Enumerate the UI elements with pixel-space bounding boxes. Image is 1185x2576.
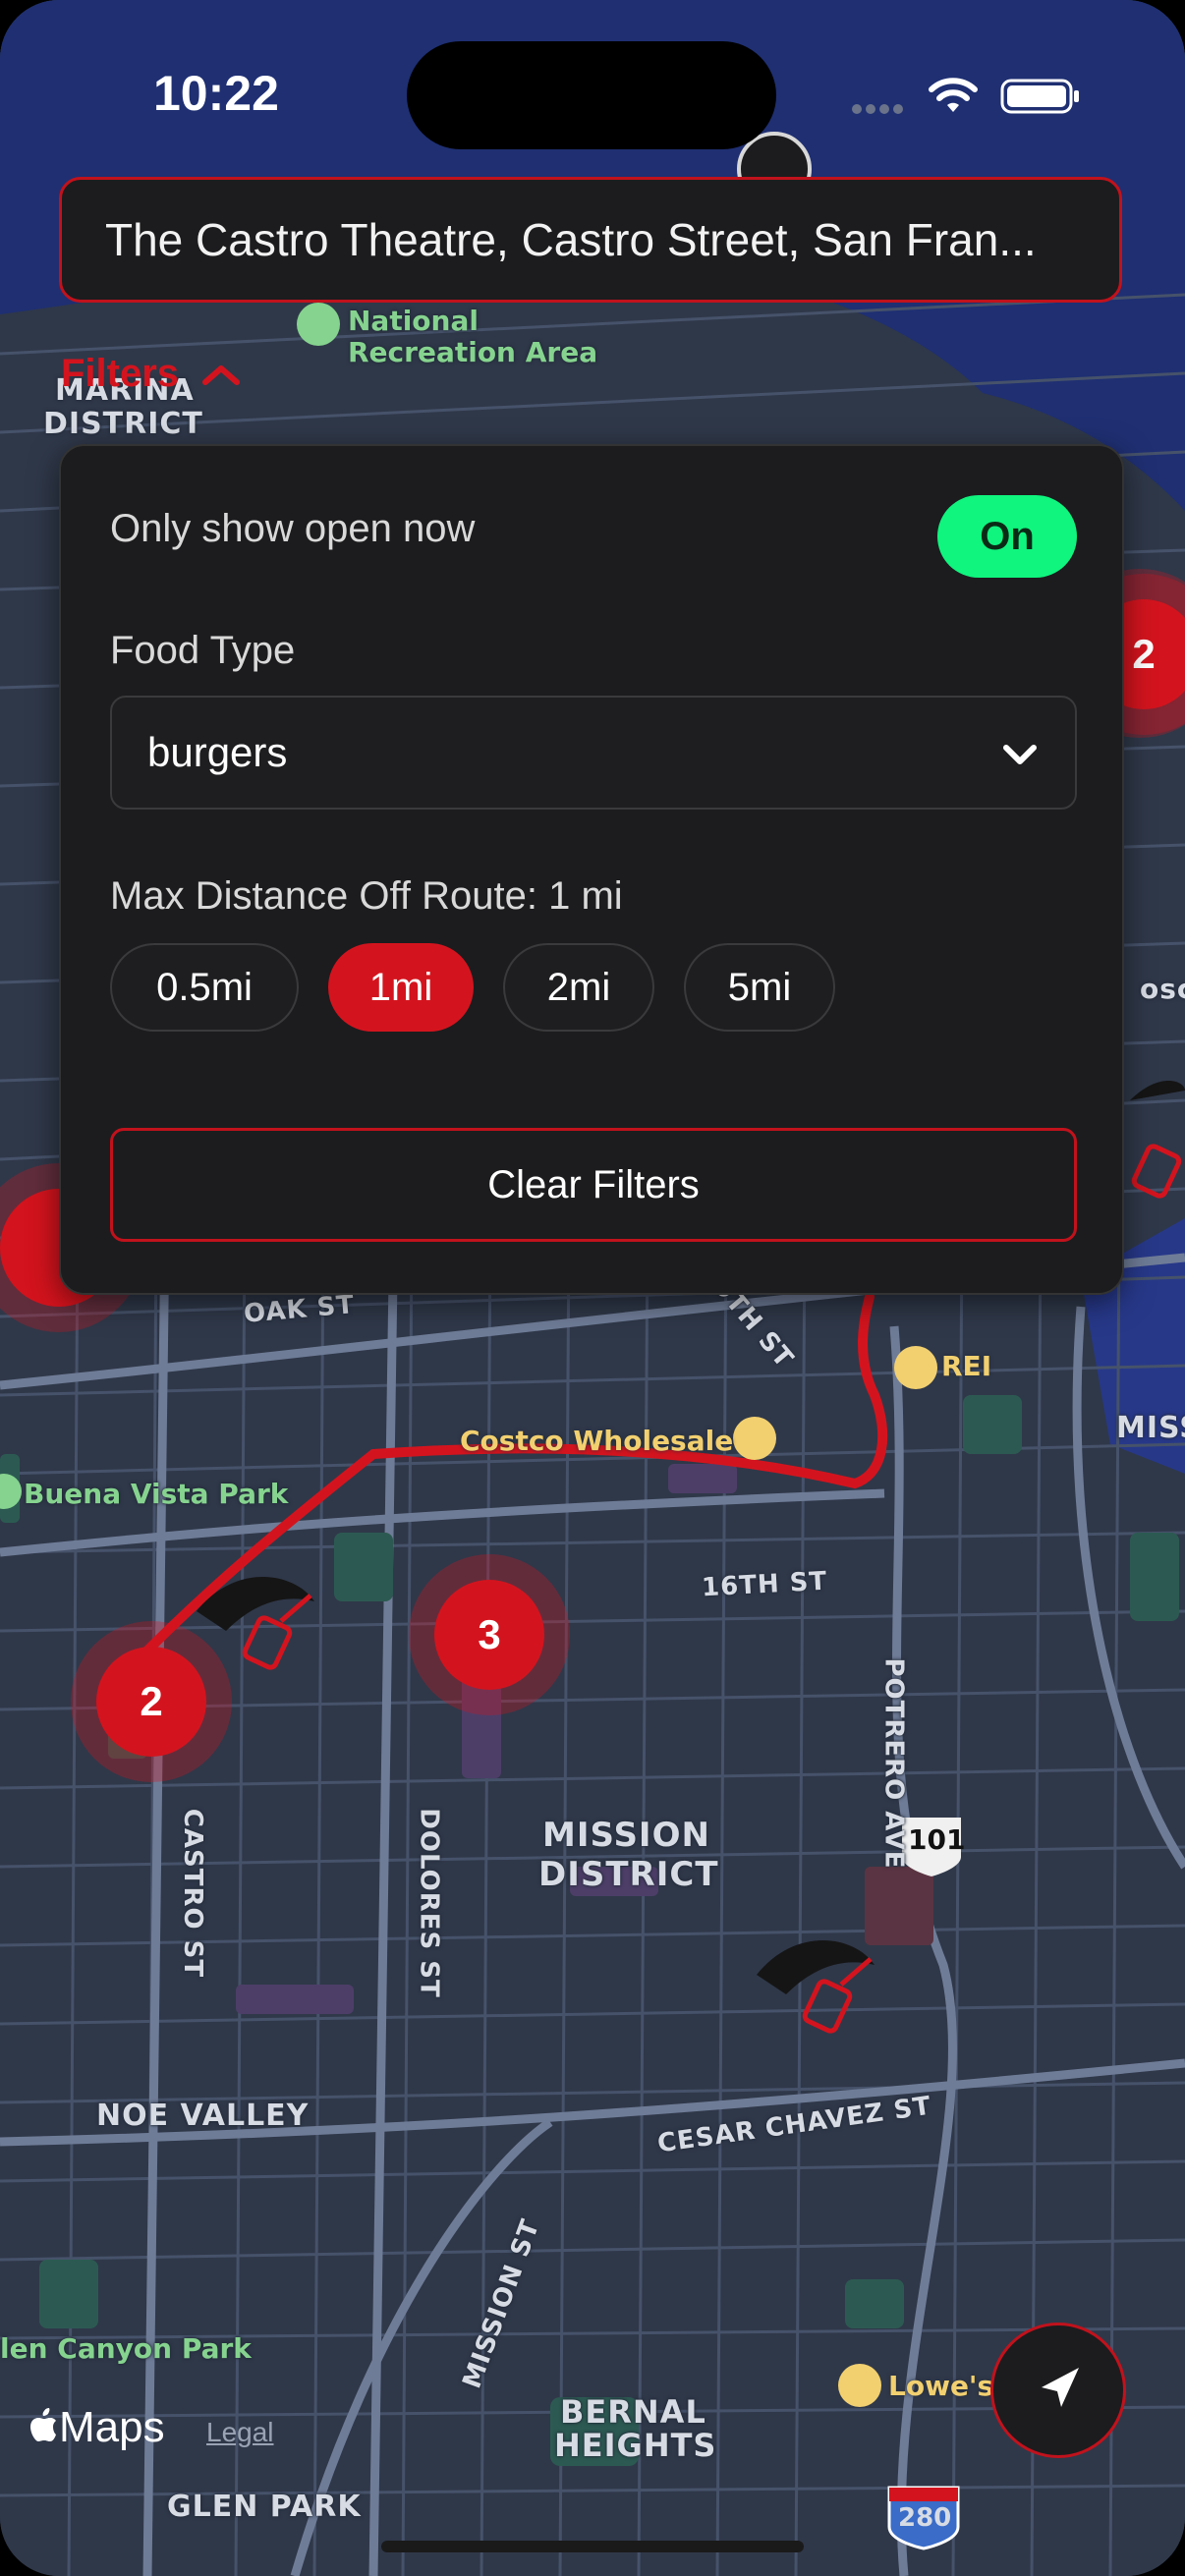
clear-filters-button[interactable]: Clear Filters [110, 1128, 1077, 1242]
legal-link[interactable]: Legal [206, 2417, 274, 2448]
map-label-heights: HEIGHTS [554, 2427, 717, 2464]
highway-280-label: 280 [898, 2503, 952, 2533]
filters-toggle-label: Filters [61, 352, 180, 395]
map-label-potrero-ave: POTRERO AVE [878, 1657, 909, 1870]
distance-chip-0-5mi[interactable]: 0.5mi [110, 943, 299, 1032]
highway-101-label: 101 [908, 1823, 966, 1856]
distance-chip-5mi[interactable]: 5mi [684, 943, 835, 1032]
map-label-marina-district: DISTRICT [43, 407, 203, 441]
food-type-select[interactable]: burgers [110, 696, 1077, 810]
map-label-national: National [348, 305, 479, 337]
maps-label: Maps [59, 2403, 165, 2451]
map-label-osco: osco [1140, 973, 1185, 1005]
home-indicator [381, 2541, 804, 2552]
map-label-dolores-st: DOLORES ST [414, 1808, 444, 1998]
wifi-icon [929, 78, 978, 112]
distance-chip-2mi[interactable]: 2mi [503, 943, 654, 1032]
map-label-buena-vista-park: Buena Vista Park [24, 1478, 289, 1510]
current-location-button[interactable] [990, 2323, 1126, 2458]
filters-panel: Only show open now On Food Type burgers … [59, 444, 1124, 1295]
dots-icon [852, 104, 903, 114]
screen: MARINA DISTRICT National Recreation Area… [0, 0, 1185, 2576]
map-label-castro-st: CASTRO ST [178, 1808, 208, 1979]
apple-maps-attribution[interactable]: Maps [29, 2403, 165, 2452]
battery-icon [1000, 79, 1079, 114]
distance-label: Max Distance Off Route: 1 mi [110, 874, 623, 918]
map-cluster-marker[interactable]: 2 [96, 1647, 206, 1757]
poi-lowes[interactable]: Lowe's [888, 2370, 993, 2402]
chevron-up-icon [202, 365, 241, 385]
filters-toggle[interactable]: Filters [61, 352, 241, 396]
map-cluster-marker[interactable]: 3 [434, 1580, 544, 1690]
distance-chip-1mi[interactable]: 1mi [328, 943, 474, 1032]
location-arrow-icon [1042, 2368, 1079, 2407]
map-label-noe-valley: NOE VALLEY [96, 2099, 310, 2133]
map-label-mission-district: DISTRICT [538, 1855, 719, 1894]
open-now-label: Only show open now [110, 507, 476, 550]
dynamic-island [407, 41, 776, 149]
map-label-glen-park: GLEN PARK [167, 2490, 362, 2524]
chevron-down-icon [1003, 745, 1037, 764]
poi-costco[interactable]: Costco Wholesale [460, 1425, 733, 1457]
status-time: 10:22 [153, 66, 279, 121]
map-label-bernal: BERNAL [560, 2393, 706, 2431]
food-type-value: burgers [147, 729, 288, 775]
search-input[interactable]: The Castro Theatre, Castro Street, San F… [59, 177, 1122, 303]
apple-logo-icon [30, 2408, 56, 2441]
map-label-missi: MISSI [1116, 1411, 1185, 1445]
map-label-recreation-area: Recreation Area [348, 336, 598, 368]
open-now-toggle[interactable]: On [937, 495, 1077, 578]
map-label-glen-canyon-park: len Canyon Park [0, 2332, 252, 2365]
food-type-label: Food Type [110, 629, 296, 672]
map-label-mission: MISSION [542, 1816, 710, 1855]
poi-rei[interactable]: REI [941, 1350, 991, 1382]
